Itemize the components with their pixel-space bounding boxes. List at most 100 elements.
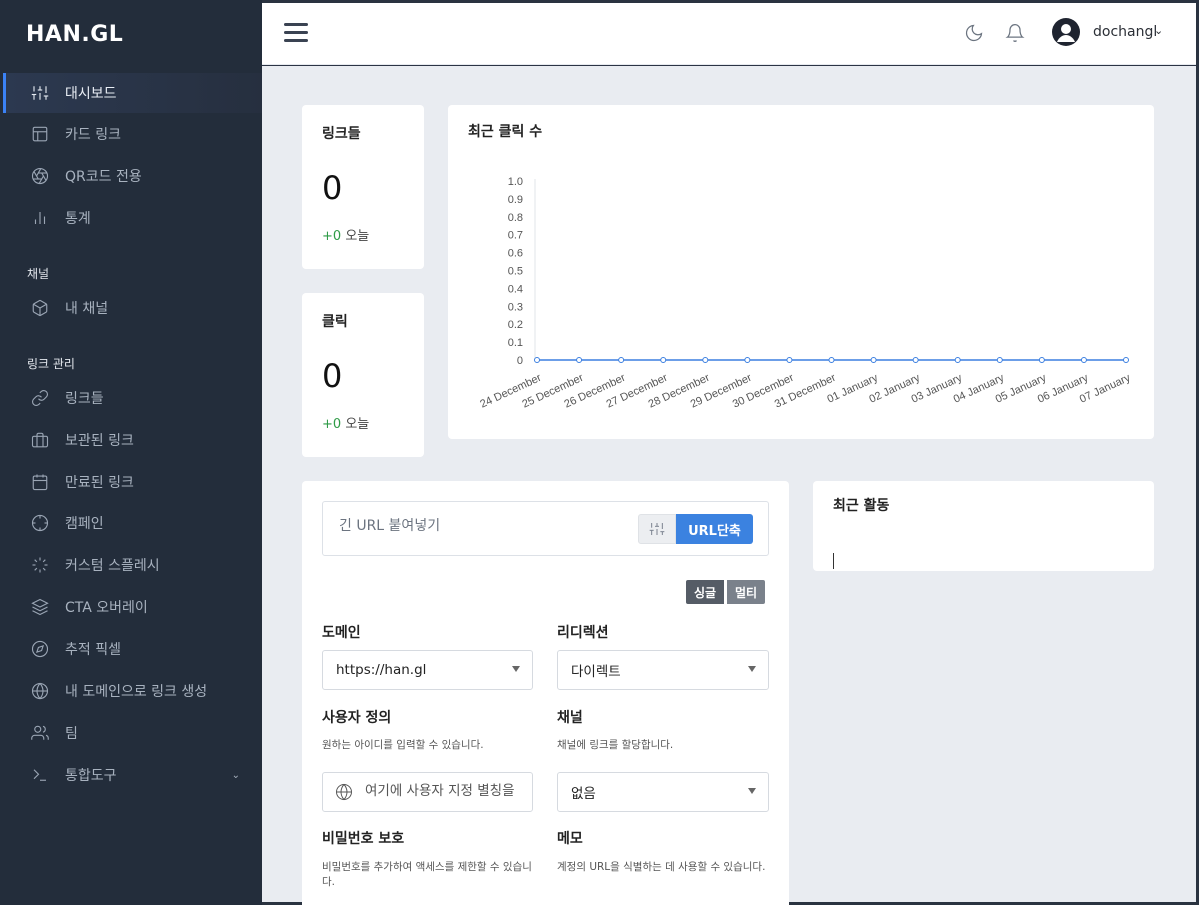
activity-title: 최근 활동	[833, 498, 890, 514]
sidebar-item-label: 통합도구	[65, 768, 117, 784]
y-tick-label: 0.7	[508, 230, 523, 242]
chevron-down-icon[interactable]: ⌄	[1154, 24, 1163, 37]
data-point	[660, 357, 667, 363]
data-point	[702, 357, 709, 363]
sidebar-item-cta[interactable]: CTA 오버레이	[3, 587, 262, 627]
password-label: 비밀번호 보호	[322, 831, 405, 847]
chevron-down-icon: ⌄	[231, 769, 240, 781]
text-cursor	[833, 553, 834, 569]
y-tick-label: 0.8	[508, 212, 523, 224]
data-point	[1038, 357, 1045, 363]
caret-down-icon	[748, 788, 756, 794]
y-tick-label: 1.0	[508, 176, 523, 188]
moon-icon[interactable]	[964, 23, 986, 45]
y-tick-label: 0	[517, 355, 523, 367]
stat-delta: +0	[322, 417, 342, 432]
stat-today: +0 오늘	[322, 225, 369, 244]
password-help: 비밀번호를 추가하여 액세스를 제한할 수 있습니다.	[322, 861, 532, 888]
logo[interactable]: HAN.GL	[26, 22, 123, 47]
calendar-icon	[30, 472, 50, 492]
bell-icon[interactable]	[1005, 23, 1027, 45]
y-tick-label: 0.4	[508, 283, 523, 295]
redirect-label: 리디렉션	[557, 625, 609, 641]
activity-card: 최근 활동	[813, 481, 1154, 571]
bar-chart-icon	[30, 208, 50, 228]
data-point	[786, 357, 793, 363]
sidebar-item-pixel[interactable]: 추적 픽셀	[3, 629, 262, 669]
url-input-box: URL단축	[322, 501, 769, 556]
y-tick-label: 0.2	[508, 319, 523, 331]
sliders-icon	[649, 523, 665, 535]
stat-today-label: 오늘	[345, 417, 370, 432]
sidebar-item-links[interactable]: 링크들	[3, 378, 262, 418]
alias-help: 원하는 아이디를 입력할 수 있습니다.	[322, 739, 484, 751]
sidebar-item-label: 추적 픽셀	[65, 642, 121, 658]
sidebar-item-qr[interactable]: QR코드 전용	[3, 156, 262, 196]
sidebar-item-splash[interactable]: 커스텀 스플레시	[3, 545, 262, 585]
long-url-input[interactable]	[339, 518, 619, 534]
stat-title: 클릭	[322, 314, 348, 330]
avatar[interactable]	[1052, 18, 1080, 46]
compass-icon	[30, 639, 50, 659]
shorten-button[interactable]: URL단축	[676, 514, 753, 544]
loader-icon	[30, 555, 50, 575]
sidebar-item-label: 내 채널	[65, 301, 109, 317]
terminal-icon	[30, 765, 50, 785]
y-tick-label: 0.5	[508, 266, 523, 278]
single-toggle[interactable]: 싱글	[686, 580, 725, 604]
data-point	[828, 357, 835, 363]
shortener-card: URL단축 싱글 멀티 도메인 https://han.gl 리디렉션 다이렉트…	[302, 481, 789, 905]
y-tick-label: 0.9	[508, 194, 523, 206]
chart-card: 최근 클릭 수 1.0 0.9 0.8 0.7 0.6 0.5 0.4 0.3 0.2 0.1 0 2…	[448, 105, 1154, 439]
crosshair-icon	[30, 513, 50, 533]
link-section-label: 링크 관리	[27, 357, 75, 371]
users-icon	[30, 723, 50, 743]
stat-value: 0	[322, 357, 343, 395]
data-point	[912, 357, 919, 363]
layout-icon	[30, 124, 50, 144]
channel-label: 채널	[557, 710, 583, 726]
options-button[interactable]	[638, 514, 676, 544]
sidebar-item-card-link[interactable]: 카드 링크	[3, 114, 262, 154]
sidebar-item-label: QR코드 전용	[65, 169, 142, 185]
sidebar-item-integrations[interactable]: 통합도구 ⌄	[3, 755, 262, 795]
channel-value: 없음	[571, 786, 596, 802]
redirect-select[interactable]: 다이렉트	[557, 650, 769, 690]
y-tick-label: 0.3	[508, 301, 523, 313]
data-point	[1123, 357, 1129, 363]
data-point	[996, 357, 1003, 363]
memo-help: 계정의 URL을 식별하는 데 사용할 수 있습니다.	[557, 861, 766, 873]
channel-section-label: 채널	[27, 267, 50, 281]
redirect-value: 다이렉트	[571, 664, 621, 680]
topbar: dochangl ⌄	[262, 3, 1196, 65]
y-tick-label: 0.1	[508, 337, 523, 349]
channel-select[interactable]: 없음	[557, 772, 769, 812]
sidebar-item-team[interactable]: 팀	[3, 713, 262, 753]
sidebar-item-label: 만료된 링크	[65, 475, 134, 491]
sidebar-item-stats[interactable]: 통계	[3, 198, 262, 238]
menu-toggle-icon[interactable]	[284, 23, 308, 43]
sidebar-item-campaign[interactable]: 캠페인	[3, 503, 262, 543]
sidebar-item-dashboard[interactable]: 대시보드	[3, 73, 262, 113]
stat-value: 0	[322, 169, 343, 207]
sidebar-item-archived[interactable]: 보관된 링크	[3, 420, 262, 460]
username[interactable]: dochangl	[1093, 24, 1157, 40]
stat-today-label: 오늘	[345, 229, 370, 244]
alias-input[interactable]	[365, 783, 525, 799]
sidebar-item-expired[interactable]: 만료된 링크	[3, 462, 262, 502]
sidebar-item-domain[interactable]: 내 도메인으로 링크 생성	[3, 671, 262, 711]
sidebar-item-label: 팀	[65, 726, 78, 742]
sidebar-item-my-channel[interactable]: 내 채널	[3, 288, 262, 328]
links-stat-card: 링크들 0 +0 오늘	[302, 105, 424, 269]
data-point	[870, 357, 877, 363]
clicks-stat-card: 클릭 0 +0 오늘	[302, 293, 424, 457]
main-content: 링크들 0 +0 오늘 클릭 0 +0 오늘 최근 클릭 수 1.0 0.9 0.8…	[262, 66, 1196, 905]
domain-label: 도메인	[322, 625, 361, 641]
multi-toggle[interactable]: 멀티	[727, 580, 766, 604]
sidebar-item-label: CTA 오버레이	[65, 600, 148, 616]
channel-help: 채널에 링크를 할당합니다.	[557, 739, 674, 751]
data-point	[618, 357, 625, 363]
sidebar-item-label: 커스텀 스플레시	[65, 558, 160, 574]
alias-field	[322, 772, 533, 812]
domain-select[interactable]: https://han.gl	[322, 650, 533, 690]
